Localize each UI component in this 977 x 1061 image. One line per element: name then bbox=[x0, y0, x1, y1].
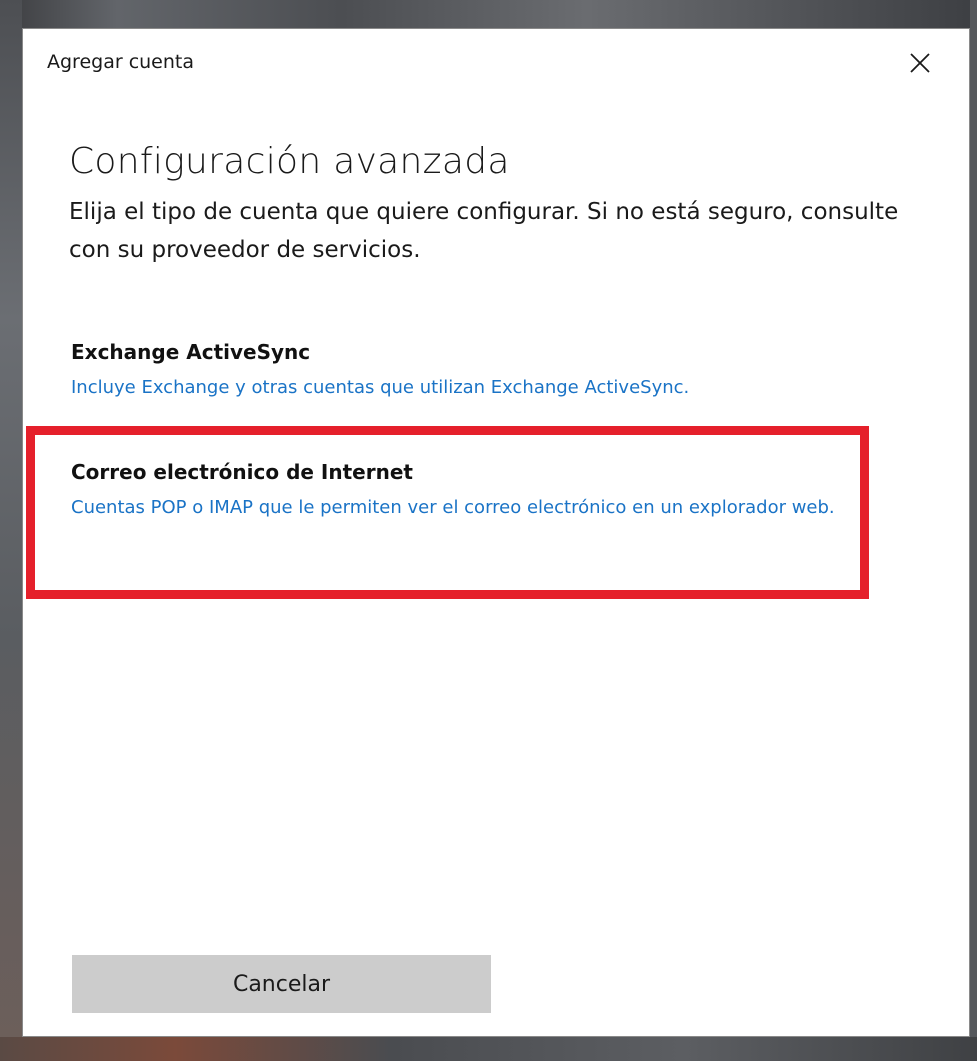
option-title: Correo electrónico de Internet bbox=[71, 460, 413, 484]
option-description: Cuentas POP o IMAP que le permiten ver e… bbox=[71, 497, 835, 518]
close-button[interactable] bbox=[895, 41, 945, 85]
desktop-background-left bbox=[0, 0, 22, 1061]
option-exchange-activesync[interactable]: Exchange ActiveSync Incluye Exchange y o… bbox=[71, 337, 861, 403]
add-account-dialog: Agregar cuenta Configuración avanzada El… bbox=[22, 28, 970, 1037]
option-description: Incluye Exchange y otras cuentas que uti… bbox=[71, 377, 690, 398]
desktop-background-right bbox=[970, 0, 977, 1061]
desktop-background-top bbox=[0, 0, 977, 28]
page-subtitle: Elija el tipo de cuenta que quiere confi… bbox=[69, 199, 899, 263]
option-internet-email[interactable]: Correo electrónico de Internet Cuentas P… bbox=[71, 457, 861, 523]
window-title: Agregar cuenta bbox=[47, 51, 195, 73]
option-title: Exchange ActiveSync bbox=[71, 340, 311, 364]
page-title: Configuración avanzada bbox=[69, 141, 510, 182]
cancel-button[interactable]: Cancelar bbox=[72, 955, 491, 1013]
close-icon bbox=[910, 53, 930, 73]
desktop-background-bottom bbox=[0, 1037, 977, 1061]
